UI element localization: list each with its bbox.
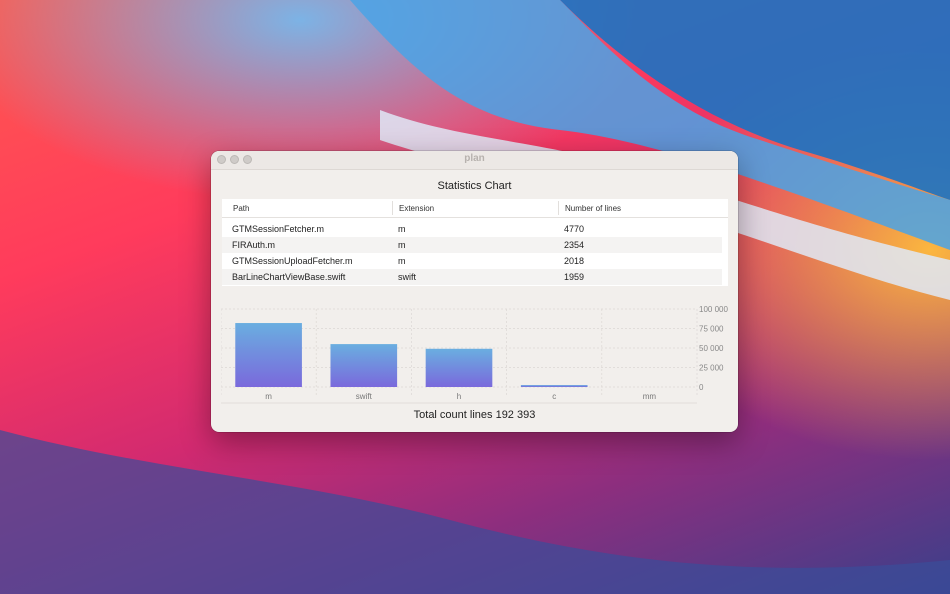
- y-tick-label: 0: [699, 383, 704, 392]
- x-tick-label: c: [552, 392, 556, 401]
- lines-table: Path Extension Number of lines GTMSessio…: [222, 199, 728, 286]
- cell-path: FIRAuth.m: [232, 240, 276, 250]
- table-row[interactable]: FIRAuth.m m 2354: [222, 237, 722, 253]
- cell-lines: 2018: [564, 256, 585, 266]
- cell-extension: m: [398, 224, 406, 234]
- cell-extension: swift: [398, 272, 416, 282]
- cell-path: GTMSessionFetcher.m: [232, 224, 325, 234]
- bar-c[interactable]: [520, 385, 588, 387]
- table-header: Path Extension Number of lines: [222, 199, 728, 218]
- x-tick-label: m: [265, 392, 272, 401]
- table-row[interactable]: GTMSessionFetcher.m m 4770: [222, 221, 722, 237]
- window-title: plan: [464, 153, 485, 164]
- column-header-extension[interactable]: Extension: [399, 204, 434, 213]
- x-tick-label: swift: [356, 392, 373, 401]
- bar-swift[interactable]: [330, 344, 398, 387]
- y-tick-label: 50 000: [699, 344, 724, 353]
- bar-m[interactable]: [235, 323, 302, 387]
- y-tick-label: 75 000: [699, 325, 724, 334]
- bar-h[interactable]: [425, 348, 493, 387]
- cell-lines: 2354: [564, 240, 585, 250]
- table-row[interactable]: BarLineChartViewBase.swift swift 1959: [222, 269, 722, 285]
- column-header-path[interactable]: Path: [233, 204, 249, 213]
- y-tick-label: 25 000: [699, 364, 724, 373]
- cell-lines: 1959: [564, 272, 585, 282]
- chart-heading: Statistics Chart: [437, 180, 512, 192]
- cell-path: GTMSessionUploadFetcher.m: [232, 256, 353, 266]
- cell-path: BarLineChartViewBase.swift: [232, 272, 346, 282]
- x-tick-label: h: [457, 392, 461, 401]
- y-tick-label: 100 000: [699, 305, 728, 314]
- cell-lines: 4770: [564, 224, 585, 234]
- title-bar[interactable]: plan: [211, 151, 738, 170]
- cell-extension: m: [398, 240, 406, 250]
- table-row[interactable]: GTMSessionUploadFetcher.m m 2018: [222, 253, 722, 269]
- x-tick-label: mm: [643, 392, 657, 401]
- bar-chart-svg: 100 000 75 000 50 000 25 000 0 m swift h c mm: [221, 305, 728, 404]
- column-divider[interactable]: [558, 201, 559, 215]
- app-window: plan Statistics Chart Path Extension Num…: [211, 151, 738, 432]
- bar-chart: 100 000 75 000 50 000 25 000 0 m swift h c mm: [221, 303, 733, 405]
- cell-extension: m: [398, 256, 406, 266]
- column-divider[interactable]: [392, 201, 393, 215]
- total-count-label: Total count lines 192 393: [413, 409, 536, 421]
- column-header-lines[interactable]: Number of lines: [565, 204, 621, 213]
